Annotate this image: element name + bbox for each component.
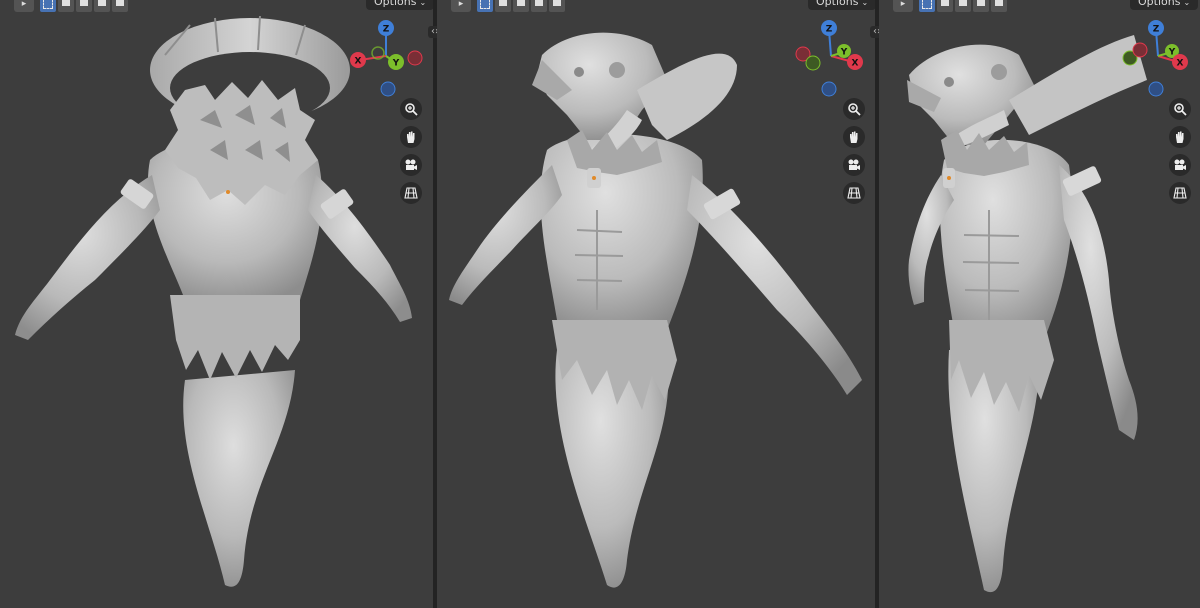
viewport-front[interactable]: ▸ Options ⌄ Z Y X <box>437 0 875 608</box>
viewport-header: ▸ Options ⌄ <box>879 0 1200 12</box>
y-axis-label: Y <box>1168 48 1176 58</box>
grid-perspective-icon[interactable] <box>843 182 865 204</box>
grid-perspective-icon[interactable] <box>1169 182 1191 204</box>
z-axis-label: Z <box>826 25 833 35</box>
camera-icon[interactable] <box>400 154 422 176</box>
x-axis-label: X <box>1177 59 1184 69</box>
selection-mode-group <box>477 0 569 12</box>
selection-mode-group <box>40 0 132 12</box>
select-intersect-button[interactable] <box>991 0 1007 12</box>
select-invert-button[interactable] <box>973 0 989 12</box>
chevron-down-icon: ⌄ <box>419 0 427 7</box>
select-intersect-button[interactable] <box>112 0 128 12</box>
select-box-button[interactable] <box>477 0 493 12</box>
negative-z-handle[interactable] <box>1148 81 1164 97</box>
pan-hand-icon[interactable] <box>400 126 422 148</box>
zoom-icon[interactable] <box>400 98 422 120</box>
navigation-gizmo[interactable]: Z Y X <box>1116 18 1196 98</box>
select-extend-button[interactable] <box>495 0 511 12</box>
select-extend-button[interactable] <box>937 0 953 12</box>
selection-mode-group <box>919 0 1011 12</box>
options-label: Options <box>1138 0 1181 8</box>
options-label: Options <box>374 0 417 8</box>
select-subtract-button[interactable] <box>76 0 92 12</box>
z-axis-label: Z <box>383 25 390 35</box>
x-axis-label: X <box>355 57 362 67</box>
select-extend-button[interactable] <box>58 0 74 12</box>
navigation-tools <box>1169 98 1191 210</box>
camera-icon[interactable] <box>1169 154 1191 176</box>
options-label: Options <box>816 0 859 8</box>
mode-select-button[interactable]: ▸ <box>14 0 34 12</box>
camera-icon[interactable] <box>843 154 865 176</box>
zoom-icon[interactable] <box>1169 98 1191 120</box>
x-axis-label: X <box>852 59 859 69</box>
negative-z-handle[interactable] <box>821 81 837 97</box>
select-subtract-button[interactable] <box>513 0 529 12</box>
negative-y-handle[interactable] <box>805 55 821 71</box>
navigation-gizmo[interactable]: Z Y X <box>789 18 869 98</box>
mode-select-button[interactable]: ▸ <box>451 0 471 12</box>
pan-hand-icon[interactable] <box>843 126 865 148</box>
mode-select-button[interactable]: ▸ <box>893 0 913 12</box>
navigation-gizmo[interactable]: Z X Y <box>348 18 428 98</box>
select-invert-button[interactable] <box>531 0 547 12</box>
negative-z-handle[interactable] <box>380 81 396 97</box>
select-box-button[interactable] <box>40 0 56 12</box>
viewport-side[interactable]: ▸ Options ⌄ Z Y X <box>879 0 1200 608</box>
grid-perspective-icon[interactable] <box>400 182 422 204</box>
viewport-header: ▸ Options ⌄ <box>0 0 433 12</box>
viewport-back[interactable]: ▸ Options ⌄ Z X Y <box>0 0 433 608</box>
options-dropdown[interactable]: Options ⌄ <box>366 0 433 10</box>
options-dropdown[interactable]: Options ⌄ <box>808 0 875 10</box>
select-invert-button[interactable] <box>94 0 110 12</box>
z-axis-label: Z <box>1153 25 1160 35</box>
navigation-tools <box>400 98 422 210</box>
select-box-button[interactable] <box>919 0 935 12</box>
y-axis-label: Y <box>840 48 848 58</box>
chevron-down-icon: ⌄ <box>861 0 869 7</box>
negative-x-handle[interactable] <box>1132 42 1148 58</box>
options-dropdown[interactable]: Options ⌄ <box>1130 0 1199 10</box>
viewport-header: ▸ Options ⌄ <box>437 0 875 12</box>
zoom-icon[interactable] <box>843 98 865 120</box>
select-intersect-button[interactable] <box>549 0 565 12</box>
y-axis-label: Y <box>392 59 400 69</box>
pan-hand-icon[interactable] <box>1169 126 1191 148</box>
navigation-tools <box>843 98 865 210</box>
select-subtract-button[interactable] <box>955 0 971 12</box>
chevron-down-icon: ⌄ <box>1183 0 1191 7</box>
negative-x-handle[interactable] <box>407 50 423 66</box>
viewport-area: ▸ Options ⌄ Z X Y ‹› ▸ Options ⌄ Z Y X ‹… <box>0 0 1200 608</box>
